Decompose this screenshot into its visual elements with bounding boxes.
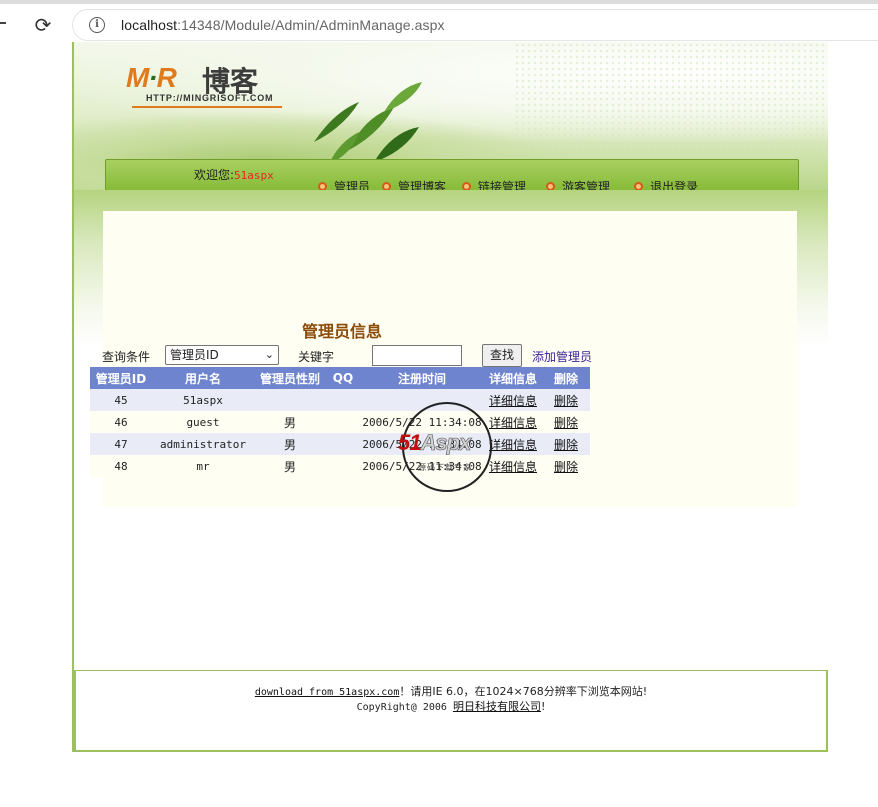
cell-admin-id: 48 (90, 455, 152, 477)
cell-delete: 删除 (542, 433, 590, 455)
page-title: 管理员信息 (302, 322, 383, 341)
query-field-selected: 管理员ID (170, 348, 219, 362)
banner: M·R 博客 HTTP://MINGRISOFT.COM 欢迎您:51aspx … (74, 42, 828, 192)
logo-site-url: HTTP://MINGRISOFT.COM (146, 93, 274, 103)
delete-link[interactable]: 删除 (554, 416, 578, 430)
table-row: 47 administrator 男 2006/5/22 11:34:08 详细… (90, 433, 590, 455)
cell-detail: 详细信息 (484, 411, 542, 433)
footer: download from 51aspx.com！请用IE 6.0，在1024×… (74, 670, 828, 752)
cell-gender: 男 (254, 433, 326, 455)
logo-m: M (126, 62, 149, 93)
copyright-text: CopyRight@ 2006 (356, 702, 453, 713)
col-header-admin-id: 管理员ID (90, 367, 152, 389)
site-info-icon[interactable]: i (89, 17, 105, 33)
detail-link[interactable]: 详细信息 (489, 394, 537, 408)
cell-delete: 删除 (542, 411, 590, 433)
cell-detail: 详细信息 (484, 389, 542, 411)
col-header-delete: 删除 (542, 367, 590, 389)
table-row: 46 guest 男 2006/5/22 11:34:08 详细信息 删除 (90, 411, 590, 433)
cell-qq (326, 411, 360, 433)
detail-link[interactable]: 详细信息 (489, 416, 537, 430)
back-arrow-icon[interactable] (0, 22, 6, 24)
logo-dot: · (148, 62, 157, 93)
cell-gender: 男 (254, 411, 326, 433)
logo-underline (132, 106, 282, 108)
cell-gender (254, 389, 326, 411)
search-form: 查询条件 管理员ID ⌄ 关键字 查找 添加管理员 (102, 344, 602, 368)
table-header-row: 管理员ID 用户名 管理员性别 QQ 注册时间 详细信息 删除 (90, 367, 590, 389)
col-header-qq: QQ (326, 367, 360, 389)
query-field-select[interactable]: 管理员ID ⌄ (165, 345, 279, 365)
cell-detail: 详细信息 (484, 455, 542, 477)
table-row: 48 mr 男 2006/5/22 11:34:08 详细信息 删除 (90, 455, 590, 477)
company-link[interactable]: 明日科技有限公司 (453, 700, 541, 713)
detail-link[interactable]: 详细信息 (489, 438, 537, 452)
add-admin-link[interactable]: 添加管理员 (532, 348, 592, 365)
page-frame: M·R 博客 HTTP://MINGRISOFT.COM 欢迎您:51aspx … (72, 42, 828, 752)
browser-toolbar: ⟳ i localhost:14348/Module/Admin/AdminMa… (0, 0, 878, 42)
delete-link[interactable]: 删除 (554, 438, 578, 452)
cell-registered: 2006/5/22 11:34:08 (360, 411, 484, 433)
keyword-label: 关键字 (298, 350, 335, 364)
footer-line-1: download from 51aspx.com！请用IE 6.0，在1024×… (76, 683, 826, 699)
detail-link[interactable]: 详细信息 (489, 460, 537, 474)
cell-registered (360, 389, 484, 411)
col-header-gender: 管理员性别 (254, 367, 326, 389)
address-url[interactable]: localhost:14348/Module/Admin/AdminManage… (121, 17, 445, 33)
logo-mr: M·R (126, 62, 177, 94)
bamboo-leaves-icon (314, 82, 422, 164)
find-button[interactable]: 查找 (482, 344, 522, 367)
reload-icon[interactable]: ⟳ (32, 14, 54, 36)
cell-username: administrator (152, 433, 254, 455)
cell-detail: 详细信息 (484, 433, 542, 455)
address-bar[interactable]: i localhost:14348/Module/Admin/AdminMana… (72, 9, 878, 41)
delete-link[interactable]: 删除 (554, 394, 578, 408)
cell-delete: 删除 (542, 389, 590, 411)
current-username: 51aspx (234, 169, 274, 182)
url-path: :14348/Module/Admin/AdminManage.aspx (177, 17, 445, 33)
col-header-detail: 详细信息 (484, 367, 542, 389)
cell-username: mr (152, 455, 254, 477)
cell-gender: 男 (254, 455, 326, 477)
cell-qq (326, 433, 360, 455)
site-logo: M·R 博客 HTTP://MINGRISOFT.COM (126, 60, 296, 108)
copyright-suffix: ! (540, 700, 546, 713)
cell-admin-id: 45 (90, 389, 152, 411)
cell-qq (326, 389, 360, 411)
col-header-username: 用户名 (152, 367, 254, 389)
browser-hint-text: ！请用IE 6.0，在1024×768分辨率下浏览本网站! (399, 685, 648, 698)
url-host: localhost (121, 17, 178, 33)
footer-line-2: CopyRight@ 2006 明日科技有限公司! (76, 698, 826, 714)
cell-username: guest (152, 411, 254, 433)
logo-r: R (156, 62, 177, 93)
cell-registered: 2006/5/22 11:34:08 (360, 433, 484, 455)
download-link[interactable]: download from 51aspx.com (255, 687, 400, 698)
chevron-down-icon: ⌄ (264, 348, 274, 361)
welcome-label: 欢迎您: (194, 168, 235, 182)
cell-admin-id: 46 (90, 411, 152, 433)
delete-link[interactable]: 删除 (554, 460, 578, 474)
admin-table: 管理员ID 用户名 管理员性别 QQ 注册时间 详细信息 删除 45 51asp… (90, 367, 590, 477)
query-condition-label: 查询条件 (102, 350, 151, 364)
cell-username: 51aspx (152, 389, 254, 411)
cell-qq (326, 455, 360, 477)
table-row: 45 51aspx 详细信息 删除 (90, 389, 590, 411)
col-header-registered: 注册时间 (360, 367, 484, 389)
cell-delete: 删除 (542, 455, 590, 477)
welcome-text: 欢迎您:51aspx (194, 166, 274, 183)
keyword-input[interactable] (372, 345, 462, 366)
cell-admin-id: 47 (90, 433, 152, 455)
cell-registered: 2006/5/22 11:34:08 (360, 455, 484, 477)
